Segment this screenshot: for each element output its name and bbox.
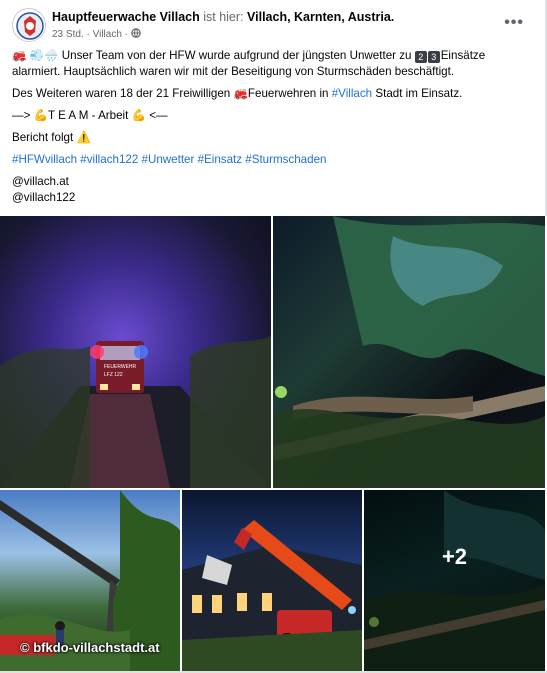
meta-separator: ·	[86, 29, 90, 40]
post-header: Hauptfeuerwache Villach ist hier: Villac…	[12, 8, 542, 48]
more-photos-overlay	[364, 490, 545, 671]
fire-department-logo-icon	[14, 10, 45, 41]
post-text-line2-mid: Feuerwehren in	[247, 87, 329, 100]
post-paragraph-4: Bericht folgt ⚠️	[12, 131, 91, 144]
truck-label-1: FEUERWEHR	[104, 364, 137, 370]
post-paragraph-2: Des Weiteren waren 18 der 21 Freiwillige…	[12, 86, 532, 102]
location-link[interactable]: Villach, Karnten, Austria.	[247, 10, 394, 24]
truck-label-2: LFZ 122	[104, 372, 123, 378]
photo-fallen-tree[interactable]	[273, 216, 545, 488]
hashtag-villach-link[interactable]: #Villach	[332, 87, 372, 100]
emoji-group-1: 🚒 💨🌧️	[12, 49, 59, 62]
handle-villach122[interactable]: @villach122	[12, 191, 75, 204]
handle-villach-at[interactable]: @villach.at	[12, 175, 69, 188]
post-media-grid: FEUERWEHR LFZ 122 +2 © bfkdo-villachstad…	[0, 216, 547, 671]
post-text: 🚒 💨🌧️ Unser Team von der HFW wurde aufgr…	[12, 48, 532, 206]
checkin-text: ist hier:	[203, 10, 244, 24]
meta-separator-2: ·	[124, 29, 129, 40]
photo-fire-truck-night[interactable]: FEUERWEHR LFZ 122	[0, 216, 271, 488]
photo-more-hidden[interactable]: +2	[364, 490, 545, 671]
post-text-line2: Des Weiteren waren 18 der 21 Freiwillige…	[12, 87, 231, 100]
post-text-line2-end: Stadt im Einsatz.	[375, 87, 463, 100]
globe-icon	[130, 28, 141, 38]
post-paragraph-1: 🚒 💨🌧️ Unser Team von der HFW wurde aufgr…	[12, 48, 532, 80]
fire-truck-photo: FEUERWEHR LFZ 122	[0, 336, 271, 488]
handles: @villach.at @villach122	[12, 174, 532, 206]
page-name-link[interactable]: Hauptfeuerwache Villach	[52, 10, 200, 24]
post-text-line1: Unser Team von der HFW wurde aufgrund de…	[61, 49, 412, 62]
post-meta: 23 Std. · Villach ·	[52, 28, 141, 40]
post-place[interactable]: Villach	[93, 29, 122, 40]
page-avatar[interactable]	[12, 8, 46, 42]
more-photos-count[interactable]: +2	[364, 544, 545, 570]
post-paragraph-3: —> 💪T E A M - Arbeit 💪 <—	[12, 109, 168, 122]
post-time[interactable]: 23 Std.	[52, 29, 84, 40]
keycap-two-icon: 2	[414, 51, 427, 63]
keycap-three-icon: 3	[427, 51, 440, 63]
facebook-post-card: Hauptfeuerwache Villach ist hier: Villac…	[0, 0, 547, 673]
photo-watermark: © bfkdo-villachstadt.at	[20, 640, 160, 655]
more-options-icon[interactable]: •••	[504, 14, 524, 32]
fire-truck-icon: 🚒	[233, 87, 248, 100]
telehandler-house-photo	[182, 520, 362, 671]
post-title-line: Hauptfeuerwache Villach ist hier: Villac…	[52, 10, 394, 24]
fallen-tree-photo	[273, 216, 545, 488]
hashtags-line[interactable]: #HFWvillach #villach122 #Unwetter #Einsa…	[12, 152, 532, 168]
photo-telehandler-house[interactable]	[182, 490, 362, 671]
